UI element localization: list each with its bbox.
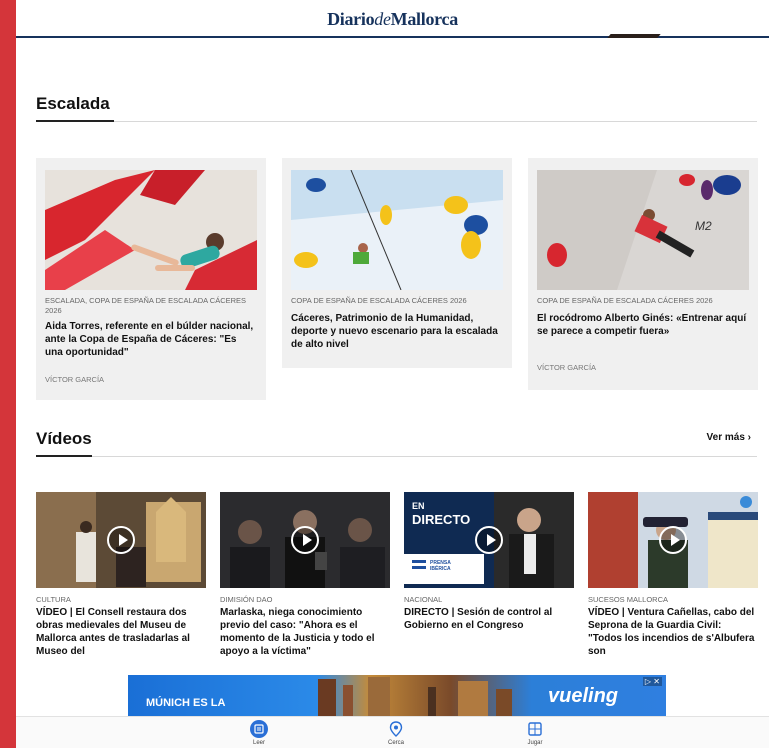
article-card[interactable]: ESCALADA, COPA DE ESPAÑA DE ESCALADA CÁC… [36, 158, 266, 400]
section-divider [36, 456, 757, 457]
nav-label: Jugar [527, 740, 543, 746]
play-icon[interactable] [475, 526, 503, 554]
directo-label: DIRECTO [412, 512, 471, 527]
article-category[interactable]: ESCALADA, COPA DE ESPAÑA DE ESCALADA CÁC… [45, 296, 261, 316]
ad-choices-icon[interactable]: ▷ ✕ [642, 677, 662, 686]
bottom-nav: Leer Cerca Jugar [16, 716, 769, 748]
ad-banner[interactable]: MÚNICH ES LA vueling ▷ ✕ [128, 675, 666, 717]
video-category[interactable]: SUCESOS MALLORCA [588, 595, 668, 604]
section-title-escalada[interactable]: Escalada [36, 94, 110, 114]
section-divider [36, 121, 757, 122]
video-title[interactable]: VÍDEO | El Consell restaura dos obras me… [36, 606, 206, 658]
nav-label: Cerca [387, 740, 404, 746]
video-thumbnail[interactable]: EN DIRECTO PRENSA IBÉRICA [404, 492, 574, 588]
article-title[interactable]: Aida Torres, referente en el búlder naci… [45, 320, 257, 359]
prensa-iberica-logo: PRENSA IBÉRICA [430, 560, 451, 572]
play-icon[interactable] [107, 526, 135, 554]
section-title-videos[interactable]: Vídeos [36, 429, 92, 449]
header-decoration [607, 34, 661, 38]
video-thumbnail[interactable] [588, 492, 758, 588]
play-icon[interactable] [291, 526, 319, 554]
article-card[interactable]: M2 COPA DE ESPAÑA DE ESCALADA CÁCERES 20… [528, 158, 758, 390]
logo-de: de [374, 9, 391, 29]
video-category[interactable]: DIMISIÓN DAO [220, 595, 273, 604]
logo-diario: Diario [327, 9, 375, 29]
ad-left-text: MÚNICH ES LA [146, 697, 226, 709]
video-category[interactable]: CULTURA [36, 595, 71, 604]
article-category[interactable]: COPA DE ESPAÑA DE ESCALADA CÁCERES 2026 [537, 296, 753, 306]
site-logo[interactable]: DiariodeMallorca [16, 9, 769, 30]
article-title[interactable]: Cáceres, Patrimonio de la Humanidad, dep… [291, 312, 503, 351]
section-underline [36, 455, 92, 457]
video-category[interactable]: NACIONAL [404, 595, 442, 604]
article-image[interactable] [291, 170, 503, 290]
play-icon[interactable] [659, 526, 687, 554]
ver-mas-link[interactable]: Ver más › [707, 432, 751, 443]
video-title[interactable]: Marlaska, niega conocimiento previo del … [220, 606, 390, 658]
article-card[interactable]: COPA DE ESPAÑA DE ESCALADA CÁCERES 2026 … [282, 158, 512, 368]
location-pin-icon [389, 721, 403, 737]
video-thumbnail[interactable] [36, 492, 206, 588]
article-author[interactable]: VÍCTOR GARCÍA [45, 375, 104, 384]
nav-item-leer[interactable]: Leer [234, 720, 284, 746]
article-image[interactable] [45, 170, 257, 290]
game-grid-icon [528, 722, 542, 736]
article-title[interactable]: El rocódromo Alberto Ginés: «Entrenar aq… [537, 312, 749, 338]
article-image[interactable]: M2 [537, 170, 749, 290]
directo-overlay: EN DIRECTO [412, 500, 470, 526]
nav-item-cerca[interactable]: Cerca [371, 720, 421, 746]
article-author[interactable]: VÍCTOR GARCÍA [537, 363, 596, 372]
newspaper-icon [250, 720, 268, 738]
vueling-logo: vueling [548, 685, 619, 707]
app-page: DiariodeMallorca Escalada ESCALADA, COPA… [16, 0, 769, 748]
video-title[interactable]: VÍDEO | Ventura Cañellas, cabo del Sepro… [588, 606, 758, 658]
section-underline [36, 120, 114, 122]
video-title[interactable]: DIRECTO | Sesión de control al Gobierno … [404, 606, 574, 632]
logo-mallorca: Mallorca [390, 9, 459, 29]
video-thumbnail[interactable] [220, 492, 390, 588]
nav-label: Leer [252, 740, 265, 746]
article-category[interactable]: COPA DE ESPAÑA DE ESCALADA CÁCERES 2026 [291, 296, 507, 306]
top-header: DiariodeMallorca [16, 0, 769, 38]
svg-text:M2: M2 [695, 219, 712, 233]
nav-item-jugar[interactable]: Jugar [510, 720, 560, 746]
